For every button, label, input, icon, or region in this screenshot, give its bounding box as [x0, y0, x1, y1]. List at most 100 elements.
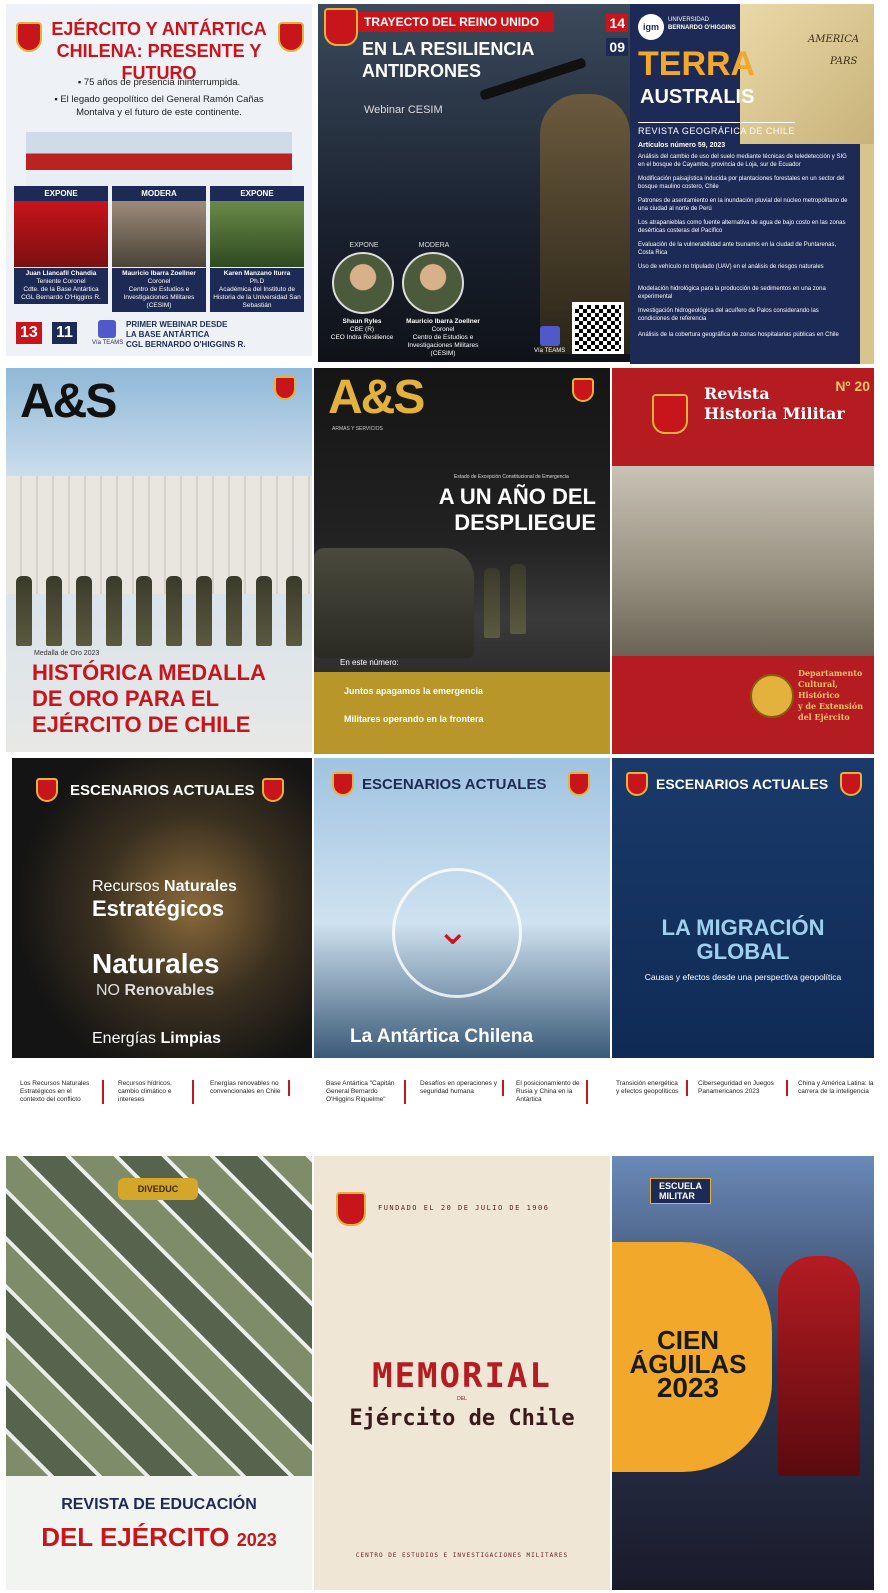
line-1b: Naturales [164, 878, 237, 895]
title-ejercito: EJÉRCITO [99, 1522, 230, 1552]
issue-item-1: Juntos apagamos la emergencia [344, 686, 484, 696]
speakers-panel: EXPONE MODERA EXPONE Juan Llancafil Chan… [14, 186, 304, 312]
article-item: Análisis del cambio de uso del suelo med… [638, 154, 847, 168]
speaker-2-info: Mauricio Ibarra Zoellner Coronel Centro … [112, 268, 206, 312]
army-seal-icon [324, 8, 358, 46]
university-top: UNIVERSIDAD [668, 17, 710, 23]
webinar-antidrones-poster[interactable]: TRAYECTO DEL REINO UNIDO 14 09 EN LA RES… [318, 4, 630, 362]
series-header: ESCENARIOS ACTUALES [362, 776, 547, 793]
chevron-down-icon: ⌄ [436, 909, 470, 953]
soldier-figure [166, 576, 182, 646]
terra-australis-cover[interactable]: AMERICA PARS igm UNIVERSIDAD BERNARDO O'… [630, 4, 874, 364]
soldier-figure [16, 576, 32, 646]
speaker-1-info: Juan Llancafil Chandia Teniente Coronel … [14, 268, 108, 304]
cover-line-4: NO Renovables [96, 982, 214, 1000]
issue-item-2: Militares operando en la frontera [344, 714, 484, 724]
footer-line-1: PRIMER WEBINAR DESDE [126, 320, 228, 329]
speaker-1-detail: Cdte. de la Base Antártica CGL Bernardo … [21, 286, 101, 301]
strip-item[interactable]: Transición energética y efectos geopolít… [616, 1080, 688, 1096]
in-this-issue: En este número: [340, 658, 399, 667]
escenarios-antartica-cover[interactable]: ESCENARIOS ACTUALES ⌄ La Antártica Chile… [314, 758, 610, 1058]
headline-line-1: A UN AÑO DEL [438, 484, 596, 509]
title-line-1: Revista [704, 384, 770, 403]
journal-subtitle: REVISTA GEOGRÁFICA DE CHILE [638, 122, 795, 136]
university-logo: UNIVERSIDAD BERNARDO O'HIGGINS [668, 16, 736, 32]
cover-line-3: Naturales [92, 948, 220, 979]
title-year: 2023 [236, 1530, 277, 1550]
soldier-figure [46, 576, 62, 646]
article-strip: Los Recursos Naturales Estratégicos en e… [0, 1060, 888, 1154]
col1-header: EXPONE [14, 186, 108, 201]
university-name: BERNARDO O'HIGGINS [668, 25, 736, 31]
strip-item[interactable]: Ciberseguridad en Juegos Panamericanos 2… [698, 1080, 788, 1096]
journal-title: Revista Historia Militar [704, 384, 845, 424]
line-5a: Energías [92, 1030, 157, 1047]
footer-line-3: CGL BERNARDO O'HIGGINS R. [126, 340, 246, 349]
map-label-1: AMERICA [808, 34, 860, 45]
bullet-2-text: El legado geopolítico del General Ramón … [60, 94, 264, 105]
speaker-photo-2 [402, 252, 464, 314]
strip-item[interactable]: Recursos hídricos, cambio climático e in… [118, 1080, 194, 1104]
as-logo: A&S [20, 375, 117, 428]
subtitle: Webinar CESIM [364, 104, 443, 116]
article-item: Patrones de asentamiento en la inundació… [638, 198, 848, 212]
as-magazine-medalla-cover[interactable]: A&S Medalla de Oro 2023 HISTÓRICA MEDALL… [6, 368, 312, 752]
as-magazine-despliegue-cover[interactable]: A&S ARMAS Y SERVICIOS Estado de Excepció… [314, 368, 610, 754]
army-seal-icon [262, 778, 284, 802]
speaker-2-info: Mauricio Ibarra Zoellner Coronel Centro … [398, 318, 488, 358]
speaker-photo-2 [112, 201, 206, 267]
strip-item[interactable]: Desafíos en operaciones y seguridad huma… [420, 1080, 504, 1096]
army-seal-icon [16, 22, 42, 52]
article-item: Evaluación de la vulnerabilidad ante tsu… [638, 242, 837, 256]
strip-item[interactable]: Base Antártica "Capitán General Bernardo… [326, 1080, 406, 1104]
webinar-antartica-poster[interactable]: EJÉRCITO Y ANTÁRTICA CHILENA: PRESENTE Y… [6, 4, 312, 356]
title-line-2: DEL EJÉRCITO 2023 [6, 1522, 312, 1553]
article-item: Los atrapanieblas como fuente alternativ… [638, 220, 846, 234]
speaker-2-role: Coronel [431, 326, 455, 333]
speaker-3-name: Karen Manzano Iturra [223, 270, 291, 277]
memorial-ejercito-cover[interactable]: FUNDADO EL 20 DE JULIO DE 1906 MEMORIAL … [314, 1156, 610, 1590]
date-day: 14 [606, 14, 628, 32]
revista-educacion-cover[interactable]: DIVEDUC REVISTA DE EDUCACIÓN DEL EJÉRCIT… [6, 1156, 312, 1590]
soldier-figure [136, 576, 152, 646]
army-seal-icon [568, 772, 590, 796]
army-seal-icon [840, 772, 862, 796]
army-seal-icon [336, 1192, 366, 1226]
as-logo: A&S [328, 371, 425, 424]
cien-aguilas-cover[interactable]: ESCUELA MILITAR CIEN ÁGUILAS 2023 [612, 1156, 874, 1590]
strip-item[interactable]: China y América Latina: la carrera de la… [798, 1080, 874, 1096]
historia-militar-cover[interactable]: Revista Historia Militar Nº 20 Departame… [612, 368, 874, 754]
strip-item[interactable]: Los Recursos Naturales Estratégicos en e… [20, 1080, 104, 1104]
issue-strip [314, 672, 610, 754]
antarctic-base-image [26, 132, 292, 186]
strip-item[interactable]: Energías renovables no convencionales en… [210, 1080, 290, 1096]
soldier-figure [106, 576, 122, 646]
speaker-3-detail: Académica del Instituto de Historia de l… [213, 286, 301, 309]
headline: A UN AÑO DEL DESPLIEGUE [439, 484, 596, 536]
line-5b: Limpias [160, 1030, 221, 1047]
qr-code-icon [572, 302, 624, 354]
diamond-mosaic [6, 1156, 312, 1476]
title-line-1: EN LA RESILIENCIA [362, 39, 535, 59]
footer-line-2: LA BASE ANTÁRTICA [126, 330, 210, 339]
teams-label: Vía TEAMS [92, 340, 124, 346]
series-header: ESCENARIOS ACTUALES [656, 776, 829, 792]
headline-line-1: HISTÓRICA MEDALLA [32, 660, 266, 685]
date-badge: 13 [16, 322, 42, 344]
title-line-3: 2023 [656, 1372, 720, 1403]
poster-title: EN LA RESILIENCIA ANTIDRONES [362, 38, 534, 82]
title-line-1: EJÉRCITO Y ANTÁRTICA [51, 19, 267, 39]
escenarios-recursos-cover[interactable]: ESCENARIOS ACTUALES Recursos Naturales E… [12, 758, 312, 1058]
escenarios-migracion-cover[interactable]: ESCENARIOS ACTUALES LA MIGRACIÓN GLOBAL … [612, 758, 874, 1058]
dept-line-2: Cultural, Histórico [798, 679, 840, 700]
speaker-3-role: Ph.D [249, 278, 265, 285]
headline-line-2: DE ORO PARA EL [32, 686, 220, 711]
journal-title: TERRA [638, 47, 755, 81]
issue-label: Artículos número 59, 2023 [638, 142, 726, 149]
bullet-list: ▪ 75 años de presencia ininterrumpida. ▪… [26, 76, 292, 119]
ribbon: TRAYECTO DEL REINO UNIDO [358, 12, 554, 32]
speaker-1-info: Shaun Ryles CBE (R) CEO Indra Resilience [322, 318, 402, 342]
strip-item[interactable]: El posicionamiento de Rusia y China en l… [516, 1080, 588, 1104]
article-item: Análisis de la cobertura geográfica de z… [638, 332, 839, 338]
title-line-1: LA MIGRACIÓN [661, 915, 825, 940]
